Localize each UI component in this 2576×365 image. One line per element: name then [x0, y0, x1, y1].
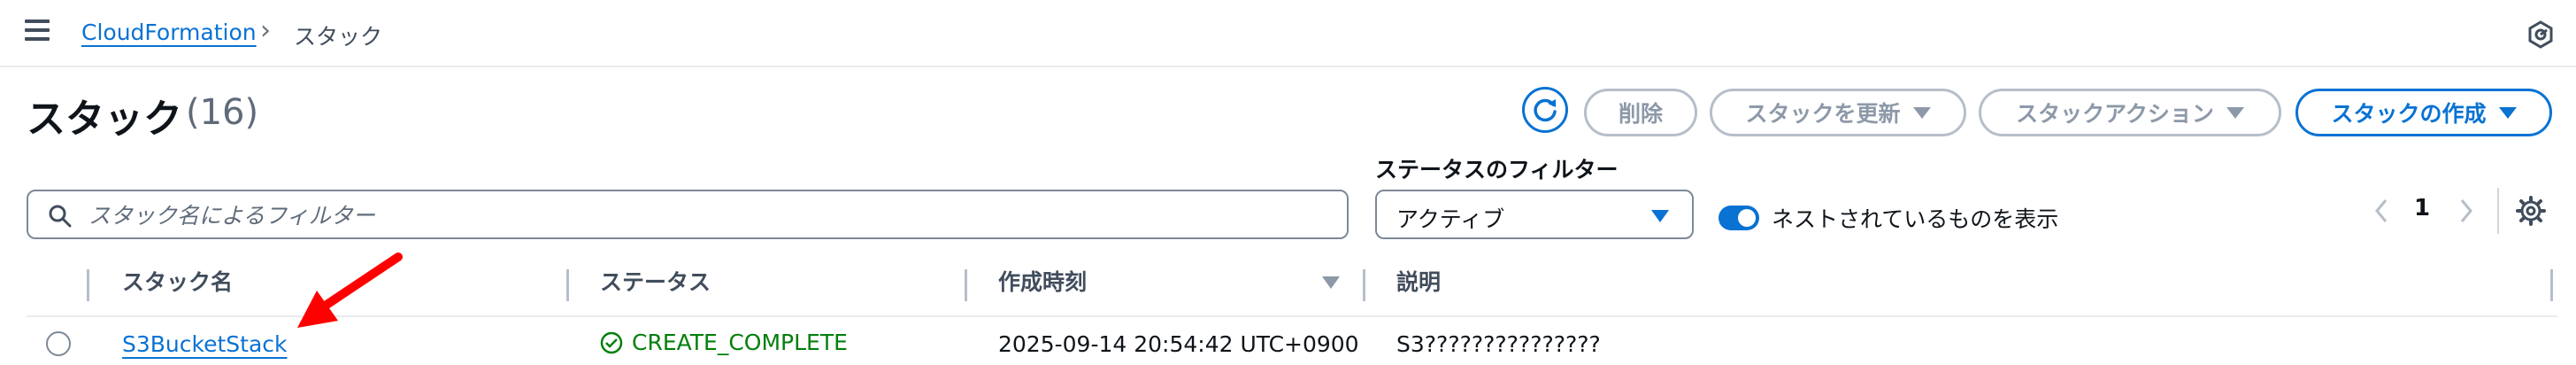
status-filter-label: ステータスのフィルター: [1375, 157, 1619, 182]
refresh-icon: [1534, 98, 1557, 122]
pagination-divider: [2497, 188, 2499, 234]
sort-descending-icon[interactable]: [1322, 276, 1340, 289]
page-title: スタック: [27, 97, 182, 142]
breadcrumb-separator-icon: ›: [260, 15, 271, 46]
column-header-created[interactable]: 作成時刻: [998, 262, 1087, 303]
success-check-icon: [600, 331, 623, 353]
search-field[interactable]: [27, 190, 1349, 239]
stack-actions-button[interactable]: スタックアクション: [1979, 89, 2281, 136]
update-stack-label: スタックを更新: [1745, 101, 1901, 127]
status-filter-value: アクティブ: [1396, 206, 1505, 232]
create-stack-button[interactable]: スタックの作成: [2295, 89, 2552, 136]
chevron-right-icon[interactable]: [2453, 195, 2480, 227]
stack-actions-label: スタックアクション: [2016, 101, 2214, 127]
nested-stacks-label: ネストされているものを表示: [1772, 206, 2059, 232]
top-navigation-bar: CloudFormation › スタック: [0, 0, 2576, 67]
caret-down-icon: [2498, 106, 2517, 119]
column-divider[interactable]: [2550, 269, 2553, 301]
row-select-radio[interactable]: [46, 331, 71, 356]
description-cell: S3???????????????: [1396, 331, 1601, 357]
menu-icon[interactable]: [25, 19, 50, 41]
search-icon: [49, 205, 72, 228]
created-time-cell: 2025-09-14 20:54:42 UTC+0900: [998, 331, 1359, 357]
gear-icon[interactable]: [2515, 195, 2547, 227]
refresh-button[interactable]: [1522, 87, 1568, 133]
status-text: CREATE_COMPLETE: [632, 330, 848, 355]
red-arrow-annotation-icon: [297, 252, 403, 328]
current-page-number[interactable]: 1: [2414, 195, 2430, 221]
breadcrumb-current: スタック: [294, 24, 383, 50]
column-divider[interactable]: [566, 269, 569, 301]
column-header-status[interactable]: ステータス: [600, 262, 711, 303]
status-cell: CREATE_COMPLETE: [600, 330, 848, 355]
create-stack-label: スタックの作成: [2331, 101, 2487, 127]
status-filter-select[interactable]: アクティブ: [1375, 190, 1694, 239]
caret-down-icon: [1651, 210, 1669, 222]
caret-down-icon: [2226, 106, 2244, 119]
help-icon[interactable]: [2526, 19, 2556, 50]
breadcrumb-cloudformation[interactable]: CloudFormation: [81, 19, 257, 45]
column-header-stack-name[interactable]: スタック名: [122, 262, 233, 303]
caret-down-icon: [1912, 106, 1931, 119]
stack-count: (16): [186, 92, 259, 133]
column-divider[interactable]: [1363, 269, 1365, 301]
column-divider[interactable]: [965, 269, 967, 301]
column-divider[interactable]: [87, 269, 89, 301]
update-stack-button[interactable]: スタックを更新: [1710, 89, 1966, 136]
nested-stacks-toggle[interactable]: [1719, 206, 1759, 230]
delete-button[interactable]: 削除: [1584, 89, 1697, 136]
stack-name-link[interactable]: S3BucketStack: [122, 331, 288, 357]
chevron-left-icon[interactable]: [2368, 195, 2395, 227]
column-header-description[interactable]: 説明: [1396, 262, 1441, 303]
search-input[interactable]: [87, 198, 1329, 232]
delete-button-label: 削除: [1618, 101, 1663, 127]
